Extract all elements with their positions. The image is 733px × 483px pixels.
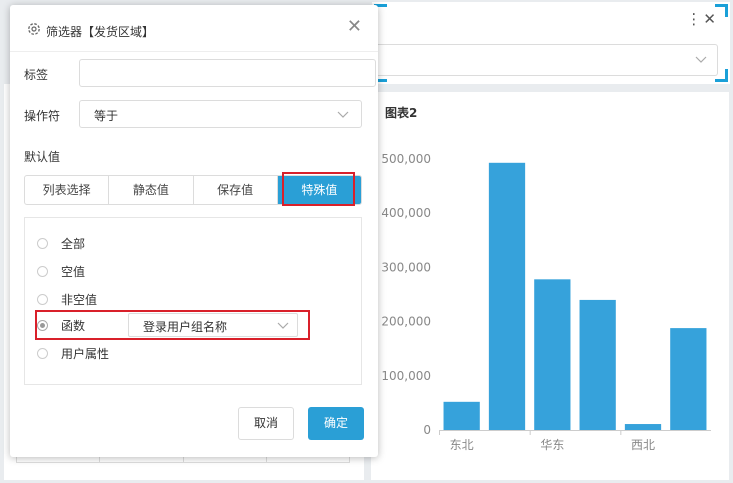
option-function[interactable]: 函数: [37, 315, 85, 335]
close-icon[interactable]: ✕: [347, 16, 362, 37]
selection-corner: [715, 4, 728, 17]
operator-value: 等于: [94, 109, 119, 123]
background-filter-panel: ⋮✕: [372, 2, 730, 84]
special-value-options: 全部 空值 非空值 函数 登录用户组名称 用户属性: [24, 217, 362, 385]
operator-label: 操作符: [24, 109, 61, 123]
y-tick-label: 400,000: [381, 206, 431, 220]
radio-button[interactable]: [37, 265, 48, 277]
radio-button[interactable]: [37, 237, 48, 249]
radio-button-selected[interactable]: [37, 319, 48, 331]
cancel-button[interactable]: 取消: [238, 407, 294, 440]
background-filter-select[interactable]: [372, 44, 718, 76]
gear-icon: [28, 23, 40, 35]
default-value-label: 默认值: [24, 150, 61, 164]
chevron-down-icon: [277, 322, 289, 329]
tab-list-select[interactable]: 列表选择: [25, 176, 110, 204]
tab-special-value[interactable]: 特殊值: [277, 176, 361, 204]
option-label: 函数: [61, 318, 86, 333]
x-tick-label: 东北: [450, 438, 474, 452]
bar: [443, 401, 480, 430]
ok-button[interactable]: 确定: [308, 407, 364, 440]
dialog-title: 筛选器【发货区域】: [46, 25, 155, 39]
option-null[interactable]: 空值: [37, 261, 85, 281]
chevron-down-icon: [337, 111, 349, 118]
y-tick-label: 500,000: [381, 152, 431, 166]
bar: [624, 424, 662, 430]
y-tick-label: 0: [423, 423, 431, 437]
tab-static-value[interactable]: 静态值: [109, 176, 194, 204]
bar: [670, 328, 707, 430]
function-select[interactable]: 登录用户组名称: [128, 313, 298, 337]
y-tick-label: 200,000: [381, 315, 431, 329]
label-input[interactable]: [79, 59, 376, 87]
option-all[interactable]: 全部: [37, 233, 85, 253]
y-tick-label: 100,000: [381, 369, 431, 383]
filter-dialog: 筛选器【发货区域】 ✕ 标签 操作符 等于 默认值 列表选择 静态值 保存值 特…: [10, 5, 378, 457]
default-value-tabs: 列表选择 静态值 保存值 特殊值: [24, 175, 362, 205]
option-label: 非空值: [61, 292, 98, 307]
bar: [579, 299, 616, 430]
bar: [534, 279, 571, 430]
function-value: 登录用户组名称: [143, 320, 228, 334]
chart-title: 图表2: [385, 106, 418, 120]
radio-button[interactable]: [37, 347, 48, 359]
selection-corner: [715, 69, 728, 82]
label-field-label: 标签: [24, 68, 49, 82]
option-user-attribute[interactable]: 用户属性: [37, 343, 109, 363]
radio-button[interactable]: [37, 293, 48, 305]
bar: [488, 162, 526, 430]
tab-saved-value[interactable]: 保存值: [194, 176, 278, 204]
option-label: 空值: [61, 264, 86, 279]
option-not-null[interactable]: 非空值: [37, 289, 97, 309]
operator-select[interactable]: 等于: [79, 100, 362, 128]
chevron-down-icon: [695, 56, 707, 63]
panel-actions[interactable]: ⋮✕: [686, 10, 718, 28]
option-label: 全部: [61, 236, 86, 251]
dialog-header: 筛选器【发货区域】 ✕: [10, 5, 378, 52]
chart-panel: 0 100,000 200,000 300,000 400,000 500,000 东北 华东…: [371, 92, 729, 480]
bar-chart: 0 100,000 200,000 300,000 400,000 500,000 东北 华东…: [381, 152, 711, 452]
x-tick-label: 华东: [540, 438, 564, 452]
x-tick-label: 西北: [631, 438, 655, 452]
y-tick-label: 300,000: [381, 260, 431, 274]
option-label: 用户属性: [61, 346, 110, 361]
